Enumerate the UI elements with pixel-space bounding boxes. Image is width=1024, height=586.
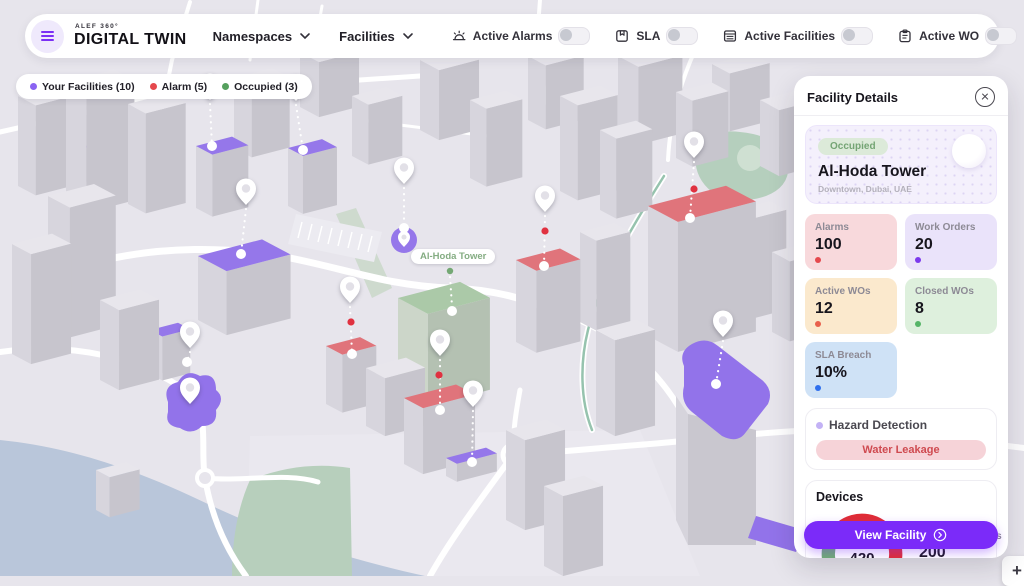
green-dot-icon xyxy=(222,83,229,90)
hazard-detection-card: Hazard Detection Water Leakage xyxy=(805,408,997,470)
top-navbar: ALEF 360° DIGITAL TWIN Namespaces Facili… xyxy=(25,14,999,58)
close-icon[interactable] xyxy=(975,87,995,107)
active-facilities-toggle-group: Active Facilities xyxy=(722,27,873,45)
zoom-in-button[interactable]: + xyxy=(1002,556,1024,586)
sla-switch[interactable] xyxy=(666,27,698,45)
map-legend: Your Facilities (10) Alarm (5) Occupied … xyxy=(16,74,312,99)
purple-dot-icon xyxy=(30,83,37,90)
facilities-list-icon xyxy=(722,28,738,44)
work-order-clipboard-icon xyxy=(897,28,913,44)
hazard-dot-icon xyxy=(816,422,823,429)
stat-card-active-wos: Active WOs12 xyxy=(805,278,897,334)
logo-small-text: ALEF 360° xyxy=(75,24,187,31)
legend-alarm: Alarm (5) xyxy=(150,81,208,93)
hamburger-menu-button[interactable] xyxy=(31,20,64,53)
facility-name: Al-Hoda Tower xyxy=(818,163,984,181)
alarm-icon xyxy=(451,28,467,44)
app-logo: ALEF 360° DIGITAL TWIN xyxy=(74,24,187,49)
panel-title: Facility Details xyxy=(807,90,898,105)
hamburger-icon xyxy=(41,35,54,37)
stat-card-alarms: Alarms100 xyxy=(805,214,897,270)
facility-hero-card: Occupied Al-Hoda Tower Downtown, Dubai, … xyxy=(805,125,997,204)
stat-card-closed-wos: Closed WOs8 xyxy=(905,278,997,334)
logo-main-text: DIGITAL TWIN xyxy=(74,31,187,48)
hazard-title: Hazard Detection xyxy=(829,418,927,432)
active-facilities-switch[interactable] xyxy=(841,27,873,45)
map-facility-label[interactable]: Al-Hoda Tower xyxy=(411,249,495,264)
arrow-right-circle-icon xyxy=(933,528,947,542)
active-wo-switch[interactable] xyxy=(985,27,1017,45)
active-wo-toggle-group: Active WO xyxy=(897,27,1017,45)
active-alarms-switch[interactable] xyxy=(558,27,590,45)
gauge-total-value: 420 xyxy=(849,551,874,558)
hazard-tag-water-leakage[interactable]: Water Leakage xyxy=(816,440,986,460)
view-facility-button[interactable]: View Facility xyxy=(804,521,998,549)
stat-card-work-orders: Work Orders20 xyxy=(905,214,997,270)
legend-your-facilities: Your Facilities (10) xyxy=(30,81,135,93)
devices-title: Devices xyxy=(816,490,986,504)
facility-details-panel: Facility Details Occupied Al-Hoda Tower … xyxy=(794,76,1008,558)
park-south xyxy=(232,466,352,576)
legend-occupied: Occupied (3) xyxy=(222,81,298,93)
sla-toggle-group: SLA xyxy=(614,27,698,45)
facility-location: Downtown, Dubai, UAE xyxy=(818,184,984,194)
facilities-menu[interactable]: Facilities xyxy=(339,28,416,44)
active-alarms-toggle-group: Active Alarms xyxy=(451,27,591,45)
stats-grid: Alarms100 Work Orders20 Active WOs12 Clo… xyxy=(805,214,997,398)
red-dot-icon xyxy=(150,83,157,90)
facility-thumbnail xyxy=(952,134,986,168)
chevron-down-icon xyxy=(297,28,313,44)
chevron-down-icon xyxy=(400,28,416,44)
namespaces-menu[interactable]: Namespaces xyxy=(213,28,314,44)
sla-icon xyxy=(614,28,630,44)
status-badge: Occupied xyxy=(818,138,888,155)
stat-card-sla-breach: SLA Breach10% xyxy=(805,342,897,398)
